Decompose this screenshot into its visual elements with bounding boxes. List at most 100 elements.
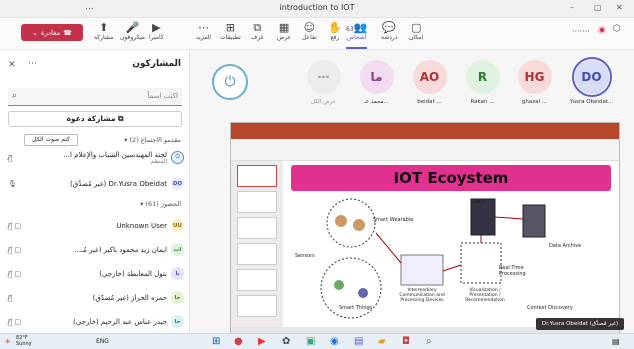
- avatar: DO: [171, 177, 184, 190]
- raise-hand-button[interactable]: ✋ رفع: [328, 21, 342, 41]
- weather-text: 82°F Sunny: [16, 335, 32, 347]
- maximize-button[interactable]: ▢: [594, 3, 602, 12]
- diagram-label: Real Time Processing: [499, 265, 526, 277]
- ribbon-tools: [231, 139, 619, 161]
- whiteboard-button[interactable]: ▢ امكان: [409, 21, 423, 41]
- leave-button[interactable]: ⌄ مغادرة ☎: [21, 24, 83, 41]
- participant-row[interactable]: اب ايمان زيد محمود باكير (غير مُـ... 🎙̸ …: [8, 240, 184, 259]
- diagram-label: Data Archive: [549, 243, 582, 249]
- app-icon[interactable]: ◉: [330, 336, 339, 348]
- language-indicator[interactable]: ENG: [96, 338, 109, 345]
- powerpoint-ribbon: [231, 123, 619, 139]
- more-button[interactable]: ⋯ المزيد: [196, 21, 211, 41]
- people-button[interactable]: 63👥 أشخاص: [346, 21, 368, 49]
- weather-icon: ☀: [4, 337, 12, 346]
- video-tile[interactable]: ما محمد عـ...: [350, 55, 403, 121]
- organizers-header[interactable]: ▾ مقدمو الاجتماع (2): [124, 136, 181, 144]
- video-tile[interactable]: DO Yusra Obeidat...: [565, 55, 618, 121]
- whiteboard-icon: ▢: [411, 21, 422, 34]
- notification-icon[interactable]: ▤: [612, 336, 620, 348]
- diagram-label: Cloud: [471, 199, 486, 205]
- avatar: حا: [171, 291, 184, 304]
- shield-icon: ⬡: [613, 24, 621, 34]
- camera-off-icon: ▶: [152, 21, 161, 34]
- view-all-tile[interactable]: ⋯ عرض الكل: [297, 55, 350, 121]
- mic-button[interactable]: 🎤 ميكروفون: [120, 21, 145, 41]
- avatar: DO: [571, 57, 612, 97]
- mic-off-icon: 🎙̸ ▢: [8, 269, 22, 278]
- mic-off-icon: 🎙̸: [8, 293, 13, 302]
- mic-off-icon: 🎙̸ ▢: [8, 221, 22, 230]
- slide-title-banner: IOT Ecoystem: [291, 165, 611, 191]
- share-button[interactable]: ⬆ مشاركة: [94, 21, 113, 41]
- video-tile[interactable]: R Rakan ...: [456, 55, 509, 121]
- participant-row[interactable]: حا حيدر عباس عبد الرحيم (خارجي) 🎙̸ ▢: [8, 312, 184, 331]
- app-icon[interactable]: ▶: [258, 336, 266, 348]
- rooms-button[interactable]: ⧉ غرف: [251, 21, 264, 41]
- app-icon[interactable]: ▣: [306, 336, 315, 348]
- windows-start-icon[interactable]: ⊞: [212, 336, 220, 348]
- share-icon: ⬆: [99, 21, 109, 34]
- attendees-header[interactable]: ▾ الحضور (61): [140, 200, 181, 208]
- avatar: HG: [517, 60, 552, 94]
- search-icon[interactable]: ⌕: [426, 336, 432, 348]
- people-icon: 63👥: [346, 21, 368, 34]
- taskbar: ☀ 82°F Sunny ENG ⊞ ● ▶ ✿ ▣ ◉ ▤ ▰ ◘ ⌕ ▤: [0, 333, 634, 349]
- apps-button[interactable]: ⊞ تطبيقات: [220, 21, 241, 41]
- title-bar: ... introduction to IOT – ▢ ✕: [0, 0, 634, 18]
- smile-icon: ☺: [303, 21, 316, 34]
- participant-row[interactable]: UU Unknown User 🎙̸ ▢: [8, 216, 184, 235]
- avatar: با: [171, 267, 184, 280]
- diagram-label: Visualization / Presentation / Recommend…: [465, 288, 505, 303]
- react-button[interactable]: ☺ تفاعل: [302, 21, 317, 41]
- panel-title: المشاركون: [132, 59, 181, 69]
- panel-more-icon[interactable]: ⋯: [28, 59, 37, 69]
- share-invite-button[interactable]: مشاركة دعوة ⧉: [8, 111, 182, 127]
- mic-off-icon: 🎙̸: [8, 153, 13, 162]
- app-icon[interactable]: ●: [234, 336, 243, 348]
- view-icon: ▦: [278, 21, 290, 34]
- organizer-logo-icon: ⏻: [212, 64, 248, 100]
- hand-icon: ✋: [328, 21, 342, 34]
- diagram-label: Intermediary Communication and Processin…: [399, 288, 445, 303]
- leave-label: مغادرة: [40, 28, 61, 37]
- folder-icon[interactable]: ▰: [378, 336, 386, 348]
- close-button[interactable]: ✕: [616, 3, 623, 12]
- minimize-button[interactable]: –: [570, 3, 574, 12]
- avatar: UU: [171, 219, 184, 232]
- shared-screen: IOT Ecoystem Smart Wearable Cloud Data A…: [230, 122, 620, 336]
- participant-row[interactable]: با بتول المعايطة (خارجي) 🎙̸ ▢: [8, 264, 184, 283]
- participant-row[interactable]: حا حمزه الخراز (غير مُصدّق) 🎙̸: [8, 288, 184, 307]
- teams-icon[interactable]: ▤: [354, 336, 363, 348]
- diagram-label: Smart Wearable: [373, 217, 414, 223]
- phone-icon: ☎: [63, 28, 73, 37]
- participant-row[interactable]: ⏻ لجنة المهندسين الشباب والإعلام ا... الم…: [8, 148, 184, 167]
- chat-icon: 💬: [382, 21, 397, 34]
- search-input[interactable]: ⌕ اكتب اسماً: [8, 88, 182, 106]
- apps-icon: ⊞: [225, 21, 235, 34]
- diagram-label: Sensors: [295, 253, 315, 259]
- mute-all-button[interactable]: كتم صوت الكل: [24, 134, 78, 146]
- recording-icon: [598, 26, 606, 34]
- view-button[interactable]: ▦ عرض: [277, 21, 291, 41]
- avatar: حا: [171, 315, 184, 328]
- video-tile[interactable]: AO beidat ...: [403, 55, 456, 121]
- avatar: R: [465, 60, 500, 94]
- more-icon: ⋯: [306, 60, 341, 94]
- chevron-down-icon: ⌄: [31, 28, 38, 37]
- meeting-toolbar: ⌄ مغادرة ☎ ⬆ مشاركة 🎤 ميكروفون ▶ كاميرا ⋯ ال…: [0, 18, 634, 50]
- mic-off-icon: 🎙̸ ▢: [8, 245, 22, 254]
- app-icon[interactable]: ✿: [282, 336, 290, 348]
- video-tile[interactable]: HG ghazal ...: [508, 55, 561, 121]
- close-panel-icon[interactable]: ✕: [8, 60, 16, 70]
- camera-button[interactable]: ▶ كاميرا: [149, 21, 164, 41]
- mic-icon: 🎙: [8, 179, 17, 188]
- chat-button[interactable]: 💬 دردشة: [381, 21, 398, 41]
- diagram-label: Context Discovery: [527, 305, 573, 311]
- participant-row[interactable]: DO Dr.Yusra Obeidat (غير مُصدَّق) 🎙: [8, 174, 184, 193]
- mic-off-icon: 🎤: [125, 21, 140, 34]
- presenter-label: Dr.Yusra Obeidat (غير مُصدَّق): [536, 318, 624, 330]
- slide-title: IOT Ecoystem: [393, 169, 509, 187]
- powerpoint-icon[interactable]: ◘: [402, 336, 410, 348]
- mic-off-icon: 🎙̸ ▢: [8, 317, 22, 326]
